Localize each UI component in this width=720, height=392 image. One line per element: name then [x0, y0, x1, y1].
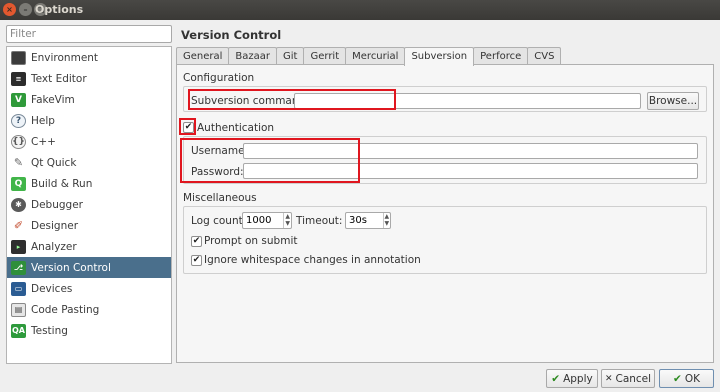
ok-button[interactable]: ✔ OK — [659, 369, 714, 388]
help-icon: ? — [11, 113, 26, 128]
sidebar-item-analyzer[interactable]: ▸ Analyzer — [7, 236, 171, 257]
sidebar-item-build-run[interactable]: Q Build & Run — [7, 173, 171, 194]
password-field[interactable] — [243, 163, 698, 179]
window-title: Options — [35, 3, 84, 16]
sidebar-item-environment[interactable]: Environment — [7, 47, 171, 68]
tab-cvs[interactable]: CVS — [527, 47, 562, 65]
testing-icon: QA — [11, 323, 26, 338]
spin-arrows-icon[interactable]: ▲ ▼ — [382, 213, 390, 228]
sidebar-item-code-pasting[interactable]: ▤ Code Pasting — [7, 299, 171, 320]
sidebar-item-qt-quick[interactable]: ✎ Qt Quick — [7, 152, 171, 173]
tab-general[interactable]: General — [176, 47, 230, 65]
sidebar-item-label: Qt Quick — [31, 156, 77, 169]
timeout-label: Timeout: — [296, 215, 343, 227]
qt-quick-icon: ✎ — [13, 156, 24, 169]
timeout-value[interactable] — [346, 213, 383, 228]
sidebar-item-testing[interactable]: QA Testing — [7, 320, 171, 341]
analyzer-icon: ▸ — [11, 239, 26, 254]
log-count-label: Log count: — [191, 215, 247, 227]
timeout-spinbox[interactable]: ▲▼ — [345, 212, 391, 229]
username-label: Username: — [191, 145, 249, 157]
code-pasting-icon: ▤ — [11, 302, 26, 317]
sidebar-item-help[interactable]: ? Help — [7, 110, 171, 131]
check-icon: ✔ — [551, 372, 561, 385]
miscellaneous-group-title: Miscellaneous — [183, 192, 257, 204]
cancel-label: Cancel — [615, 372, 652, 385]
sidebar-item-designer[interactable]: ✐ Designer — [7, 215, 171, 236]
browse-button[interactable]: Browse... — [647, 92, 699, 110]
apply-label: Apply — [563, 372, 593, 385]
text-editor-icon: ≡ — [11, 71, 26, 86]
filter-input[interactable] — [6, 25, 172, 43]
log-count-value[interactable] — [243, 213, 284, 228]
sidebar-item-label: Text Editor — [31, 72, 87, 85]
version-control-icon: ⎇ — [11, 260, 26, 275]
sidebar-item-label: Build & Run — [31, 177, 93, 190]
ignore-whitespace-label: Ignore whitespace changes in annotation — [204, 254, 421, 266]
ok-label: OK — [684, 372, 700, 385]
close-icon: ✕ — [604, 373, 613, 384]
sidebar-item-fakevim[interactable]: V FakeVim — [7, 89, 171, 110]
page-title: Version Control — [181, 28, 282, 42]
sidebar-item-devices[interactable]: ▭ Devices — [7, 278, 171, 299]
subversion-command-label: Subversion command: — [191, 95, 309, 107]
sidebar-item-label: FakeVim — [31, 93, 75, 106]
tab-gerrit[interactable]: Gerrit — [303, 47, 347, 65]
sidebar-item-text-editor[interactable]: ≡ Text Editor — [7, 68, 171, 89]
sidebar-item-label: Analyzer — [31, 240, 77, 253]
sidebar-item-label: Debugger — [31, 198, 83, 211]
sidebar-item-label: Help — [31, 114, 55, 127]
title-bar: × – □ Options — [0, 0, 720, 20]
monitor-icon — [11, 50, 26, 65]
password-label: Password: — [191, 166, 244, 178]
sidebar-item-label: Environment — [31, 51, 99, 64]
ignore-whitespace-checkbox[interactable]: ✔ — [191, 255, 202, 266]
sidebar-item-label: Code Pasting — [31, 303, 100, 316]
username-field[interactable] — [243, 143, 698, 159]
prompt-on-submit-checkbox[interactable]: ✔ — [191, 236, 202, 247]
vim-icon: V — [11, 92, 26, 107]
check-icon: ✔ — [673, 372, 682, 385]
sidebar-item-debugger[interactable]: ✱ Debugger — [7, 194, 171, 215]
cancel-button[interactable]: ✕ Cancel — [601, 369, 655, 388]
sidebar-item-label: Devices — [31, 282, 73, 295]
sidebar-item-label: Testing — [31, 324, 68, 337]
minimize-icon[interactable]: – — [19, 3, 32, 16]
spin-arrows-icon[interactable]: ▲ ▼ — [283, 213, 291, 228]
sidebar-item-label: C++ — [31, 135, 56, 148]
devices-icon: ▭ — [11, 281, 26, 296]
designer-icon: ✐ — [13, 219, 24, 232]
log-count-spinbox[interactable]: ▲▼ — [242, 212, 292, 229]
subversion-command-field[interactable] — [294, 93, 641, 109]
build-run-icon: Q — [11, 176, 26, 191]
authentication-checkbox[interactable]: ✔ — [183, 122, 194, 133]
debugger-icon: ✱ — [11, 197, 26, 212]
tab-git[interactable]: Git — [276, 47, 305, 65]
tab-subversion[interactable]: Subversion — [404, 47, 475, 66]
sidebar-item-cpp[interactable]: {} C++ — [7, 131, 171, 152]
category-list: Environment ≡ Text Editor V FakeVim ? He… — [6, 46, 172, 364]
close-icon[interactable]: × — [3, 3, 16, 16]
tab-mercurial[interactable]: Mercurial — [345, 47, 406, 65]
tab-bazaar[interactable]: Bazaar — [228, 47, 278, 65]
configuration-group-title: Configuration — [183, 72, 255, 84]
sidebar-item-version-control[interactable]: ⎇ Version Control — [7, 257, 171, 278]
tab-perforce[interactable]: Perforce — [473, 47, 529, 65]
tab-bar: General Bazaar Git Gerrit Mercurial Subv… — [176, 47, 562, 66]
authentication-label: Authentication — [197, 122, 275, 134]
apply-button[interactable]: ✔ Apply — [546, 369, 598, 388]
prompt-on-submit-label: Prompt on submit — [204, 235, 298, 247]
subversion-settings-panel: Configuration Subversion command: Browse… — [176, 64, 714, 363]
cpp-icon: {} — [11, 134, 26, 149]
sidebar-item-label: Designer — [31, 219, 79, 232]
sidebar-item-label: Version Control — [31, 261, 111, 274]
